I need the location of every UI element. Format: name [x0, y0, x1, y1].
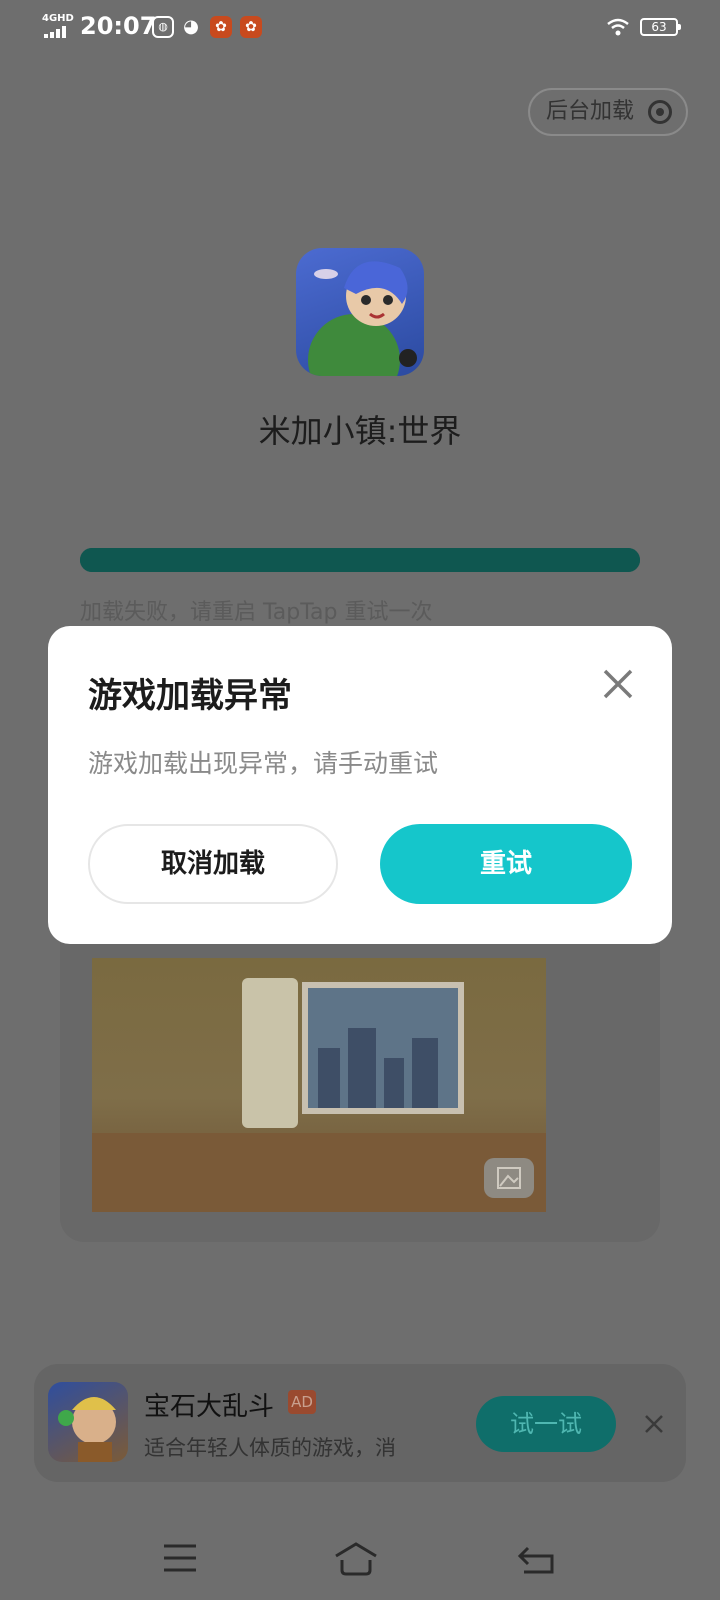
game-artwork: [308, 261, 417, 376]
ad-badge: AD: [288, 1390, 316, 1414]
loading-progress-fill: [80, 548, 640, 572]
wifi-icon: [607, 18, 629, 36]
back-icon[interactable]: [514, 1538, 562, 1578]
screenshot-window: [302, 982, 464, 1114]
ad-description: 适合年轻人体质的游戏，消: [144, 1436, 396, 1460]
menu-icon[interactable]: [156, 1538, 204, 1578]
home-icon[interactable]: [332, 1538, 380, 1578]
ad-app-icon: [48, 1382, 128, 1462]
clock: 20:07: [80, 12, 157, 40]
game-icon: [296, 248, 424, 376]
wechat-icon: ◕: [183, 16, 199, 37]
load-fail-message: 加载失败，请重启 TapTap 重试一次: [80, 600, 433, 625]
loading-progress-bar: [80, 548, 640, 572]
background-load-button[interactable]: 后台加载: [528, 88, 688, 136]
game-title: 米加小镇:世界: [258, 412, 462, 450]
screenshot-fridge: [242, 978, 298, 1128]
taptap-icon: ✿: [210, 16, 232, 38]
close-icon[interactable]: [600, 666, 636, 702]
message-icon: ◍: [152, 16, 174, 38]
taptap-icon: ✿: [240, 16, 262, 38]
image-icon[interactable]: [484, 1158, 534, 1198]
ad-app-name: 宝石大乱斗: [144, 1392, 275, 1422]
navigation-bar: [0, 1520, 720, 1600]
dialog-message: 游戏加载出现异常，请手动重试: [88, 749, 439, 778]
battery-icon: 63: [640, 18, 681, 36]
record-icon: [648, 100, 672, 124]
game-screenshot[interactable]: [92, 958, 546, 1212]
cancel-load-button[interactable]: 取消加载: [88, 824, 338, 904]
ad-try-button[interactable]: 试一试: [476, 1396, 616, 1452]
ad-banner[interactable]: 宝石大乱斗 AD 适合年轻人体质的游戏，消 试一试: [34, 1364, 686, 1482]
signal-icon: [44, 26, 66, 38]
dialog-title: 游戏加载异常: [88, 676, 292, 716]
background-load-label: 后台加载: [546, 99, 635, 124]
retry-button[interactable]: 重试: [380, 824, 632, 904]
status-bar: 4GHD 20:07 ◍ ◕ ✿ ✿ 63: [0, 0, 720, 56]
screenshot-floor: [92, 1133, 546, 1212]
close-icon[interactable]: [640, 1410, 668, 1438]
network-type: 4GHD: [42, 13, 74, 24]
load-error-dialog: 游戏加载异常 游戏加载出现异常，请手动重试 取消加载 重试: [48, 626, 672, 944]
